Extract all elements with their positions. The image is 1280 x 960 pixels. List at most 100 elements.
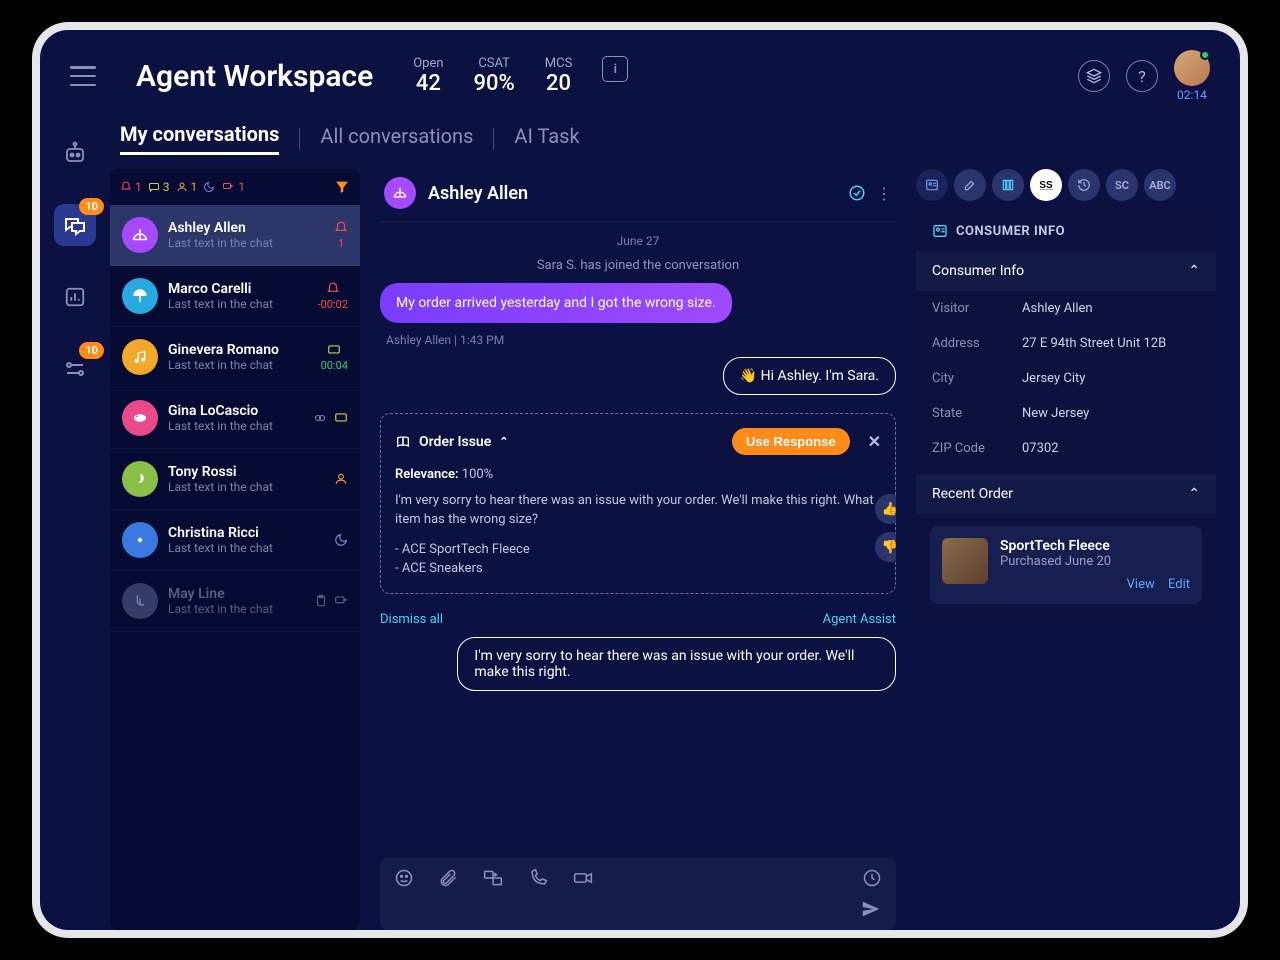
suggestion-item: - ACE SportTech Fleece xyxy=(395,540,881,560)
contact-name: Ginevera Romano xyxy=(168,342,311,358)
panel-title: CONSUMER INFO xyxy=(956,224,1065,239)
agent-assist-label: Agent Assist xyxy=(823,612,896,627)
conversation-item[interactable]: Marco Carelli Last text in the chat -00:… xyxy=(110,266,360,327)
user-message: My order arrived yesterday and I got the… xyxy=(380,283,732,323)
contact-name: Tony Rossi xyxy=(168,464,324,480)
conversation-list: 1 3 1 xyxy=(110,169,360,930)
hamburger-menu-icon[interactable] xyxy=(70,66,96,86)
conversation-item[interactable]: Ashley Allen Last text in the chat 1 xyxy=(110,205,360,266)
suggestion-body: I'm very sorry to hear there was an issu… xyxy=(395,491,881,530)
use-response-button[interactable]: Use Response xyxy=(732,428,850,455)
filter-flag[interactable]: 1 xyxy=(221,180,245,194)
panel-chip-history-icon[interactable] xyxy=(1068,169,1100,201)
field-label: City xyxy=(932,371,1022,386)
contact-avatar xyxy=(122,583,158,619)
stat-mcs-label: MCS xyxy=(545,56,573,71)
tab-all-conversations[interactable]: All conversations xyxy=(320,124,473,154)
contact-avatar xyxy=(122,461,158,497)
filter-user[interactable]: 1 xyxy=(176,180,198,194)
help-icon[interactable]: ? xyxy=(1126,60,1158,92)
profile-avatar[interactable]: 02:14 xyxy=(1174,50,1210,102)
close-icon[interactable]: ✕ xyxy=(868,432,881,451)
nav-bot-icon[interactable] xyxy=(54,132,96,174)
nav-workflow-badge: 10 xyxy=(79,342,104,359)
panel-chip-library-icon[interactable] xyxy=(992,169,1024,201)
chat-contact-name: Ashley Allen xyxy=(428,183,528,204)
phone-icon[interactable] xyxy=(528,868,548,888)
tab-my-conversations[interactable]: My conversations xyxy=(120,122,279,155)
stat-mcs-value: 20 xyxy=(546,71,571,96)
panel-chip-edit-icon[interactable] xyxy=(954,169,986,201)
field-value: Ashley Allen xyxy=(1022,301,1093,316)
message-input[interactable] xyxy=(394,899,860,919)
contact-avatar xyxy=(122,522,158,558)
conversation-item[interactable]: Gina LoCascio Last text in the chat xyxy=(110,388,360,449)
contact-avatar xyxy=(122,339,158,375)
filter-chat[interactable]: 3 xyxy=(148,180,170,194)
moon-icon xyxy=(334,533,348,547)
conversation-item[interactable]: Christina Ricci Last text in the chat xyxy=(110,510,360,571)
filter-bell[interactable]: 1 xyxy=(120,180,142,194)
more-menu-icon[interactable]: ⋮ xyxy=(876,184,892,203)
panel-chip-abc[interactable]: ABC xyxy=(1144,169,1176,201)
suggestion-item: - ACE Sneakers xyxy=(395,559,881,579)
stat-csat-label: CSAT xyxy=(478,56,510,71)
conversation-item[interactable]: May Line Last text in the chat xyxy=(110,571,360,632)
chevron-up-icon[interactable]: ⌃ xyxy=(499,435,508,448)
conversation-item[interactable]: Ginevera Romano Last text in the chat 00… xyxy=(110,327,360,388)
section-consumer-info[interactable]: Consumer Info ⌃ xyxy=(916,251,1216,291)
panel-chip-profile-icon[interactable] xyxy=(916,169,948,201)
app-title: Agent Workspace xyxy=(136,59,373,94)
layers-icon[interactable] xyxy=(1078,60,1110,92)
view-link[interactable]: View xyxy=(1127,577,1155,592)
contact-subtitle: Last text in the chat xyxy=(168,602,304,616)
date-divider: June 27 xyxy=(380,234,896,248)
wait-time: -00:02 xyxy=(318,298,348,311)
contact-name: Ashley Allen xyxy=(168,220,324,236)
emoji-icon[interactable] xyxy=(394,868,414,888)
thumbs-up-icon[interactable]: 👍 xyxy=(875,494,896,524)
field-value: Jersey City xyxy=(1022,371,1085,386)
nav-conversations-icon[interactable]: 10 xyxy=(54,204,96,246)
card-icon xyxy=(932,223,948,239)
video-icon[interactable] xyxy=(572,868,594,888)
session-timer: 02:14 xyxy=(1177,88,1207,102)
field-label: ZIP Code xyxy=(932,441,1022,456)
verified-icon[interactable] xyxy=(848,184,866,203)
dismiss-all-link[interactable]: Dismiss all xyxy=(380,612,443,627)
agent-message: 👋 Hi Ashley. I'm Sara. xyxy=(723,357,896,395)
linked-icon xyxy=(312,412,328,424)
section-recent-order[interactable]: Recent Order ⌃ xyxy=(916,474,1216,514)
ai-suggestion-card: Order Issue ⌃ Use Response ✕ Relevance: … xyxy=(380,413,896,594)
notification-count: 1 xyxy=(338,237,344,250)
conversation-item[interactable]: Tony Rossi Last text in the chat xyxy=(110,449,360,510)
transfer-icon[interactable] xyxy=(482,868,504,888)
contact-subtitle: Last text in the chat xyxy=(168,236,324,250)
contact-name: Christina Ricci xyxy=(168,525,324,541)
contact-avatar xyxy=(122,217,158,253)
field-label: Address xyxy=(932,336,1022,351)
filter-moon[interactable] xyxy=(203,181,215,193)
suggestion-title: Order Issue xyxy=(419,434,491,450)
product-image xyxy=(942,538,988,584)
tab-ai-task[interactable]: AI Task xyxy=(514,124,579,154)
panel-chip-sc[interactable]: SC xyxy=(1106,169,1138,201)
send-icon[interactable] xyxy=(860,898,882,920)
chat-avatar xyxy=(384,177,416,209)
nav-workflow-icon[interactable]: 10 xyxy=(54,348,96,390)
chat-icon xyxy=(327,343,341,357)
nav-analytics-icon[interactable] xyxy=(54,276,96,318)
wait-time: 00:04 xyxy=(321,359,348,372)
field-label: Visitor xyxy=(932,301,1022,316)
contact-subtitle: Last text in the chat xyxy=(168,419,302,433)
relevance-label: Relevance: xyxy=(395,467,459,482)
chat-icon xyxy=(334,411,348,425)
thumbs-down-icon[interactable]: 👎 xyxy=(875,532,896,562)
filter-funnel-icon[interactable] xyxy=(334,179,350,195)
agent-draft-message: I'm very sorry to hear there was an issu… xyxy=(457,637,896,691)
schedule-icon[interactable] xyxy=(862,868,882,888)
edit-link[interactable]: Edit xyxy=(1168,577,1190,592)
info-icon[interactable]: i xyxy=(602,56,628,82)
attachment-icon[interactable] xyxy=(438,868,458,888)
panel-chip-app-icon[interactable]: S̲S̲ xyxy=(1030,169,1062,201)
